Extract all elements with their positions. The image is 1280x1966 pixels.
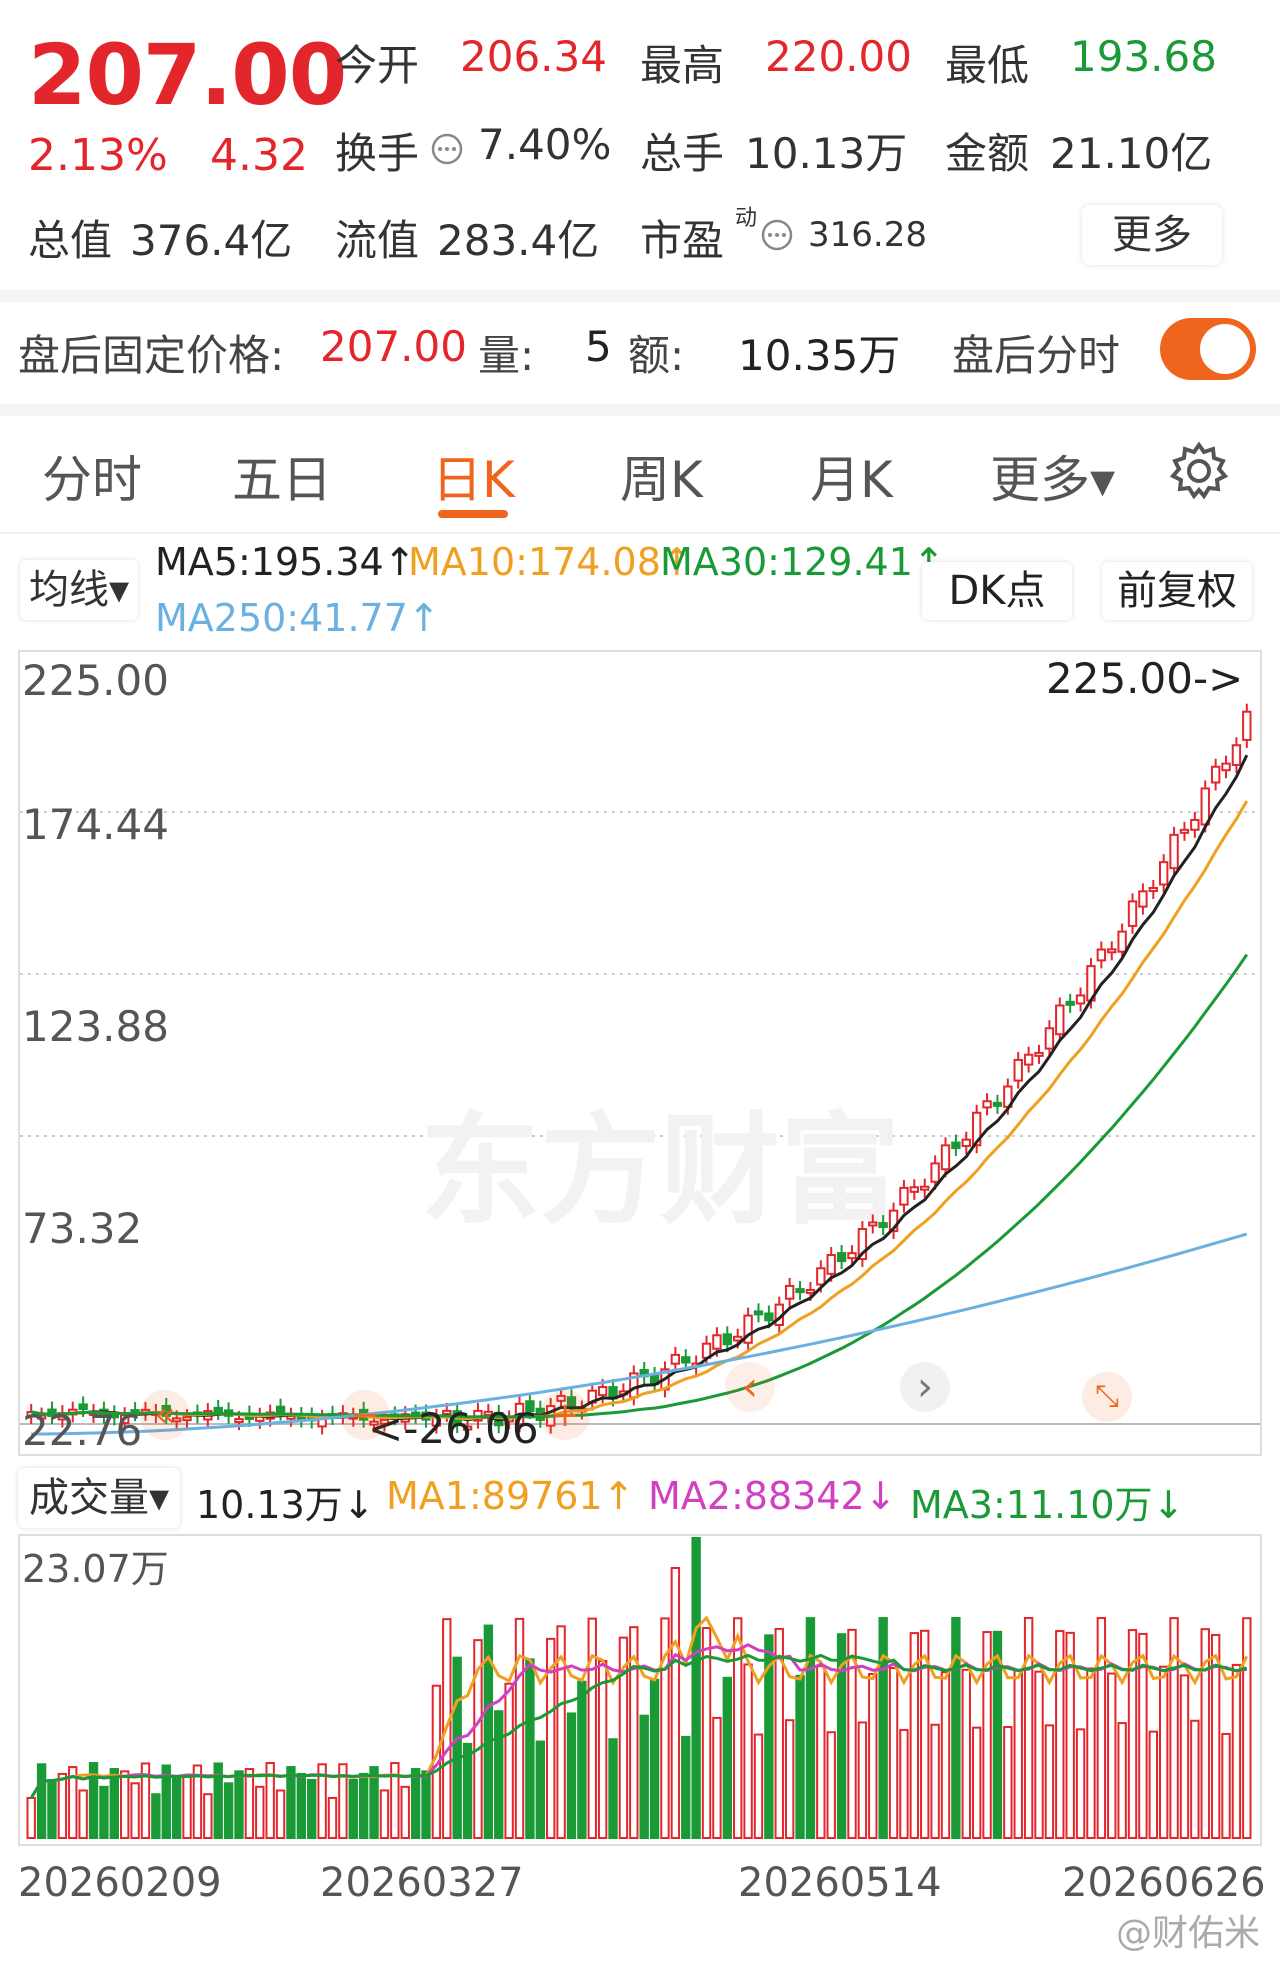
expand-icon[interactable]: ⤡ — [1082, 1372, 1132, 1422]
tab-weekly-k[interactable]: 周K — [620, 440, 703, 512]
date-label: 20260626 — [1062, 1860, 1266, 1906]
total-cap-label: 总值 — [28, 216, 113, 265]
pe-value: 316.28 — [808, 215, 927, 255]
tab-daily-k[interactable]: 日K — [432, 440, 515, 512]
open-label: 今开 — [335, 41, 420, 90]
info-circle-icon[interactable] — [430, 132, 464, 166]
active-tab-indicator — [438, 510, 508, 518]
low-value: 193.68 — [1070, 32, 1217, 81]
ma-dropdown[interactable]: 均线▾ — [20, 560, 138, 620]
after-hours-price: 207.00 — [320, 322, 467, 371]
float-cap-value: 283.4亿 — [437, 216, 600, 265]
double-left-arrow-icon[interactable]: « — [140, 1390, 190, 1440]
amount-value: 21.10亿 — [1050, 129, 1213, 178]
volume-dropdown[interactable]: 成交量▾ — [18, 1468, 180, 1528]
min-annotation: <-26.06 — [368, 1404, 539, 1453]
turnover-label: 换手 — [335, 129, 420, 178]
date-label: 20260327 — [320, 1860, 524, 1906]
pe-label: 市盈 — [640, 216, 725, 265]
y-label-3: 123.88 — [22, 1002, 169, 1051]
tab-more[interactable]: 更多▾ — [990, 440, 1115, 512]
y-label-top: 225.00 — [22, 656, 169, 705]
after-hours-vol-label: 量: — [478, 331, 535, 380]
source-watermark: @财佑米 — [1115, 1913, 1260, 1954]
kline-chart[interactable]: 东方财富 225.00 174.44 123.88 73.32 22.76 22… — [18, 650, 1262, 1456]
tab-intraday[interactable]: 分时 — [42, 440, 142, 512]
toggle-knob — [1200, 324, 1250, 374]
volume-label: 总手 — [640, 129, 725, 178]
max-annotation: 225.00-> — [1046, 654, 1244, 703]
low-label: 最低 — [945, 41, 1030, 90]
change-percent: 2.13% — [28, 130, 168, 181]
pe-superscript: 动 — [735, 206, 758, 231]
high-value: 220.00 — [765, 32, 912, 81]
left-arrow-icon[interactable]: ‹ — [725, 1362, 775, 1412]
ma5-label: MA5:195.34↑ — [155, 540, 416, 584]
ma10-label: MA10:174.08↑ — [408, 540, 693, 584]
dk-point-button[interactable]: DK点 — [922, 562, 1072, 620]
after-hours-label: 盘后固定价格: — [18, 331, 285, 380]
volume-value-label: 10.13万↓ — [196, 1483, 375, 1527]
watermark: 东方财富 — [420, 1100, 900, 1241]
y-label-2: 174.44 — [22, 800, 169, 849]
last-price: 207.00 — [28, 26, 347, 124]
date-label: 20260209 — [18, 1860, 222, 1906]
volume-y-top: 23.07万 — [22, 1547, 169, 1591]
turnover-value: 7.40% — [478, 120, 612, 169]
minus-icon[interactable]: − — [340, 1390, 390, 1440]
tab-five-day[interactable]: 五日 — [232, 440, 332, 512]
total-cap-value: 376.4亿 — [130, 216, 293, 265]
divider — [0, 404, 1280, 416]
after-hours-amt-label: 额: — [628, 331, 685, 380]
vol-ma2-label: MA2:88342↓ — [648, 1474, 897, 1518]
right-arrow-icon[interactable]: › — [900, 1362, 950, 1412]
high-label: 最高 — [640, 41, 725, 90]
y-label-bottom: 22.76 — [22, 1406, 143, 1455]
more-quote-button[interactable]: 更多 — [1082, 205, 1222, 265]
settings-gear-icon[interactable] — [1168, 440, 1230, 502]
float-cap-label: 流值 — [335, 216, 420, 265]
after-hours-vol: 5 — [585, 322, 612, 371]
volume-chart[interactable]: 23.07万 — [18, 1534, 1262, 1846]
y-label-4: 73.32 — [22, 1204, 143, 1253]
forward-adjust-button[interactable]: 前复权 — [1102, 562, 1252, 620]
tab-monthly-k[interactable]: 月K — [810, 440, 893, 512]
amount-label: 金额 — [945, 129, 1030, 178]
after-hours-amt: 10.35万 — [738, 331, 901, 380]
ma250-label: MA250:41.77↑ — [155, 596, 440, 640]
ma30-label: MA30:129.41↑ — [660, 540, 945, 584]
change-amount: 4.32 — [210, 130, 308, 181]
volume-value: 10.13万 — [745, 129, 908, 178]
plus-icon[interactable]: + — [540, 1390, 590, 1440]
info-circle-icon[interactable] — [760, 218, 794, 252]
after-hours-toggle[interactable] — [1160, 318, 1256, 380]
vol-ma3-label: MA3:11.10万↓ — [910, 1483, 1185, 1527]
divider — [0, 532, 1280, 534]
after-hours-chart-label: 盘后分时 — [952, 331, 1121, 380]
open-value: 206.34 — [460, 32, 607, 81]
date-label: 20260514 — [738, 1860, 942, 1906]
divider — [0, 290, 1280, 302]
vol-ma1-label: MA1:89761↑ — [386, 1474, 635, 1518]
